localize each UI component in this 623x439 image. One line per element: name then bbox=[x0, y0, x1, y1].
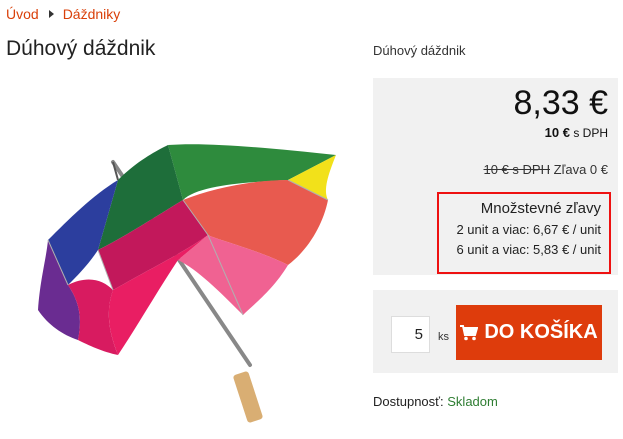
umbrella-image bbox=[38, 144, 336, 423]
price-old-row: 10 € s DPH Zľava 0 € bbox=[484, 162, 608, 177]
add-to-cart-button[interactable]: DO KOŠÍKA bbox=[456, 305, 602, 360]
price-main: 8,33 € bbox=[513, 84, 608, 122]
availability-status: Skladom bbox=[447, 394, 498, 409]
breadcrumb-home-link[interactable]: Úvod bbox=[6, 6, 39, 22]
triangle-right-icon bbox=[48, 10, 54, 18]
quantity-discount-tier: 2 unit a viac: 6,67 € / unit bbox=[456, 222, 601, 237]
shopping-cart-icon bbox=[460, 324, 479, 340]
quantity-input[interactable] bbox=[391, 316, 430, 353]
page-title: Dúhový dáždnik bbox=[6, 37, 156, 60]
availability-label: Dostupnosť: bbox=[373, 394, 444, 409]
old-price: 10 € s DPH bbox=[483, 162, 550, 177]
quantity-discount-tier: 6 unit a viac: 5,83 € / unit bbox=[456, 242, 601, 257]
price-vat-suffix: s DPH bbox=[573, 126, 608, 140]
price-with-vat: 10 € s DPH bbox=[545, 125, 608, 140]
discount-label: Zľava 0 € bbox=[553, 162, 608, 177]
breadcrumb: Úvod Dáždniky bbox=[6, 6, 120, 22]
product-image[interactable] bbox=[18, 140, 348, 430]
quantity-discount-title: Množstevné zľavy bbox=[480, 200, 601, 217]
availability: Dostupnosť: Skladom bbox=[373, 394, 498, 409]
add-to-cart-panel: ks DO KOŠÍKA bbox=[373, 290, 618, 373]
quantity-unit-label: ks bbox=[438, 331, 449, 343]
price-vat-value: 10 € bbox=[544, 125, 570, 140]
breadcrumb-category-link[interactable]: Dáždniky bbox=[63, 6, 121, 22]
add-to-cart-label: DO KOŠÍKA bbox=[484, 321, 598, 343]
price-panel: 8,33 € 10 € s DPH 10 € s DPH Zľava 0 € M… bbox=[373, 78, 618, 275]
quantity-discount-box: Množstevné zľavy 2 unit a viac: 6,67 € /… bbox=[437, 192, 611, 274]
side-product-name: Dúhový dáždnik bbox=[373, 43, 466, 58]
